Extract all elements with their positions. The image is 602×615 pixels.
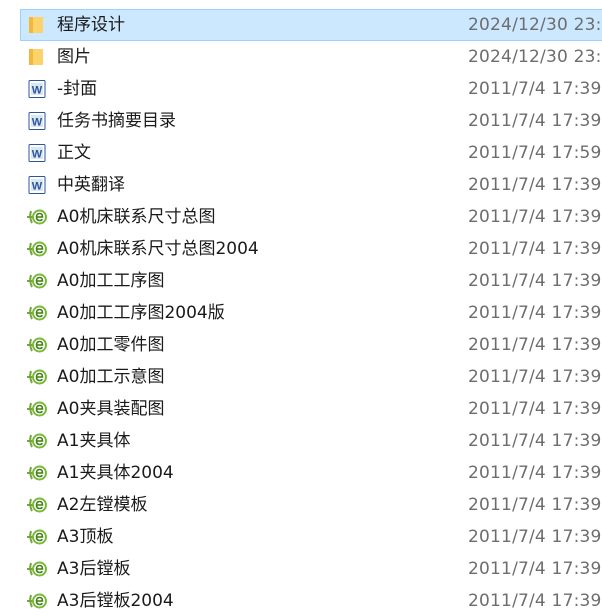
cad-drawing-icon [26,368,48,386]
date-modified: 2011/7/4 17:39 [468,335,602,355]
date-modified: 2024/12/30 23: [468,15,602,35]
file-name: A0夹具装配图 [57,399,165,419]
file-row[interactable]: W 正文 2011/7/4 17:59 [0,137,602,169]
word-doc-icon: W [26,80,48,98]
file-name: A0加工工序图 [57,271,165,291]
file-row[interactable]: A0加工工序图 2011/7/4 17:39 [0,265,602,297]
file-name: A2左镗模板 [57,495,148,515]
cad-drawing-icon [26,432,48,450]
folder-row[interactable]: 程序设计 2024/12/30 23: [0,9,602,41]
file-name: A1夹具体2004 [57,463,174,483]
cad-drawing-icon [26,336,48,354]
file-row[interactable]: W -封面 2011/7/4 17:39 [0,73,602,105]
cad-drawing-icon [26,528,48,546]
cad-drawing-icon [26,464,48,482]
date-modified: 2011/7/4 17:39 [468,591,602,611]
file-name: 中英翻译 [57,175,125,195]
file-name: A0机床联系尺寸总图2004 [57,239,259,259]
date-modified: 2011/7/4 17:39 [468,431,602,451]
file-name: 正文 [57,143,91,163]
cad-drawing-icon [26,240,48,258]
date-modified: 2011/7/4 17:39 [468,79,602,99]
date-modified: 2011/7/4 17:39 [468,463,602,483]
file-row[interactable]: A0加工零件图 2011/7/4 17:39 [0,329,602,361]
file-name: A1夹具体 [57,431,131,451]
file-row[interactable]: A1夹具体 2011/7/4 17:39 [0,425,602,457]
date-modified: 2024/12/30 23: [468,47,602,67]
file-name: A0加工工序图2004版 [57,303,225,323]
file-row[interactable]: A0加工工序图2004版 2011/7/4 17:39 [0,297,602,329]
cad-drawing-icon [26,304,48,322]
folder-icon [26,16,48,34]
date-modified: 2011/7/4 17:59 [468,143,602,163]
date-modified: 2011/7/4 17:39 [468,367,602,387]
file-name: A0机床联系尺寸总图 [57,207,216,227]
file-name: A3顶板 [57,527,114,547]
file-name: 任务书摘要目录 [57,111,176,131]
cad-drawing-icon [26,400,48,418]
file-row[interactable]: W 任务书摘要目录 2011/7/4 17:39 [0,105,602,137]
svg-text:W: W [32,149,43,161]
word-doc-icon: W [26,144,48,162]
date-modified: 2011/7/4 17:39 [468,271,602,291]
date-modified: 2011/7/4 17:39 [468,303,602,323]
file-row[interactable]: A0加工示意图 2011/7/4 17:39 [0,361,602,393]
word-doc-icon: W [26,112,48,130]
file-name: 图片 [57,47,91,67]
file-row[interactable]: A3顶板 2011/7/4 17:39 [0,521,602,553]
cad-drawing-icon [26,592,48,610]
file-row[interactable]: A0夹具装配图 2011/7/4 17:39 [0,393,602,425]
svg-text:W: W [32,85,43,97]
date-modified: 2011/7/4 17:39 [468,559,602,579]
folder-row[interactable]: 图片 2024/12/30 23: [0,41,602,73]
cad-drawing-icon [26,560,48,578]
cad-drawing-icon [26,208,48,226]
file-name: A3后镗板 [57,559,131,579]
file-name: A3后镗板2004 [57,591,174,611]
file-row[interactable]: A3后镗板2004 2011/7/4 17:39 [0,585,602,615]
file-name: A0加工零件图 [57,335,165,355]
file-row[interactable]: A0机床联系尺寸总图 2011/7/4 17:39 [0,201,602,233]
file-name: 程序设计 [57,15,125,35]
date-modified: 2011/7/4 17:39 [468,111,602,131]
file-row[interactable]: A1夹具体2004 2011/7/4 17:39 [0,457,602,489]
date-modified: 2011/7/4 17:39 [468,399,602,419]
file-row[interactable]: A0机床联系尺寸总图2004 2011/7/4 17:39 [0,233,602,265]
cad-drawing-icon [26,272,48,290]
file-name: A0加工示意图 [57,367,165,387]
date-modified: 2011/7/4 17:39 [468,207,602,227]
file-row[interactable]: A2左镗模板 2011/7/4 17:39 [0,489,602,521]
svg-text:W: W [32,181,43,193]
file-name: -封面 [57,79,98,99]
cad-drawing-icon [26,496,48,514]
date-modified: 2011/7/4 17:39 [468,527,602,547]
svg-text:W: W [32,117,43,129]
date-modified: 2011/7/4 17:39 [468,175,602,195]
date-modified: 2011/7/4 17:39 [468,495,602,515]
file-row[interactable]: W 中英翻译 2011/7/4 17:39 [0,169,602,201]
file-list: 程序设计 2024/12/30 23: 图片 2024/12/30 23: W -封面 20… [0,0,602,615]
date-modified: 2011/7/4 17:39 [468,239,602,259]
file-row[interactable]: A3后镗板 2011/7/4 17:39 [0,553,602,585]
folder-icon [26,48,48,66]
word-doc-icon: W [26,176,48,194]
